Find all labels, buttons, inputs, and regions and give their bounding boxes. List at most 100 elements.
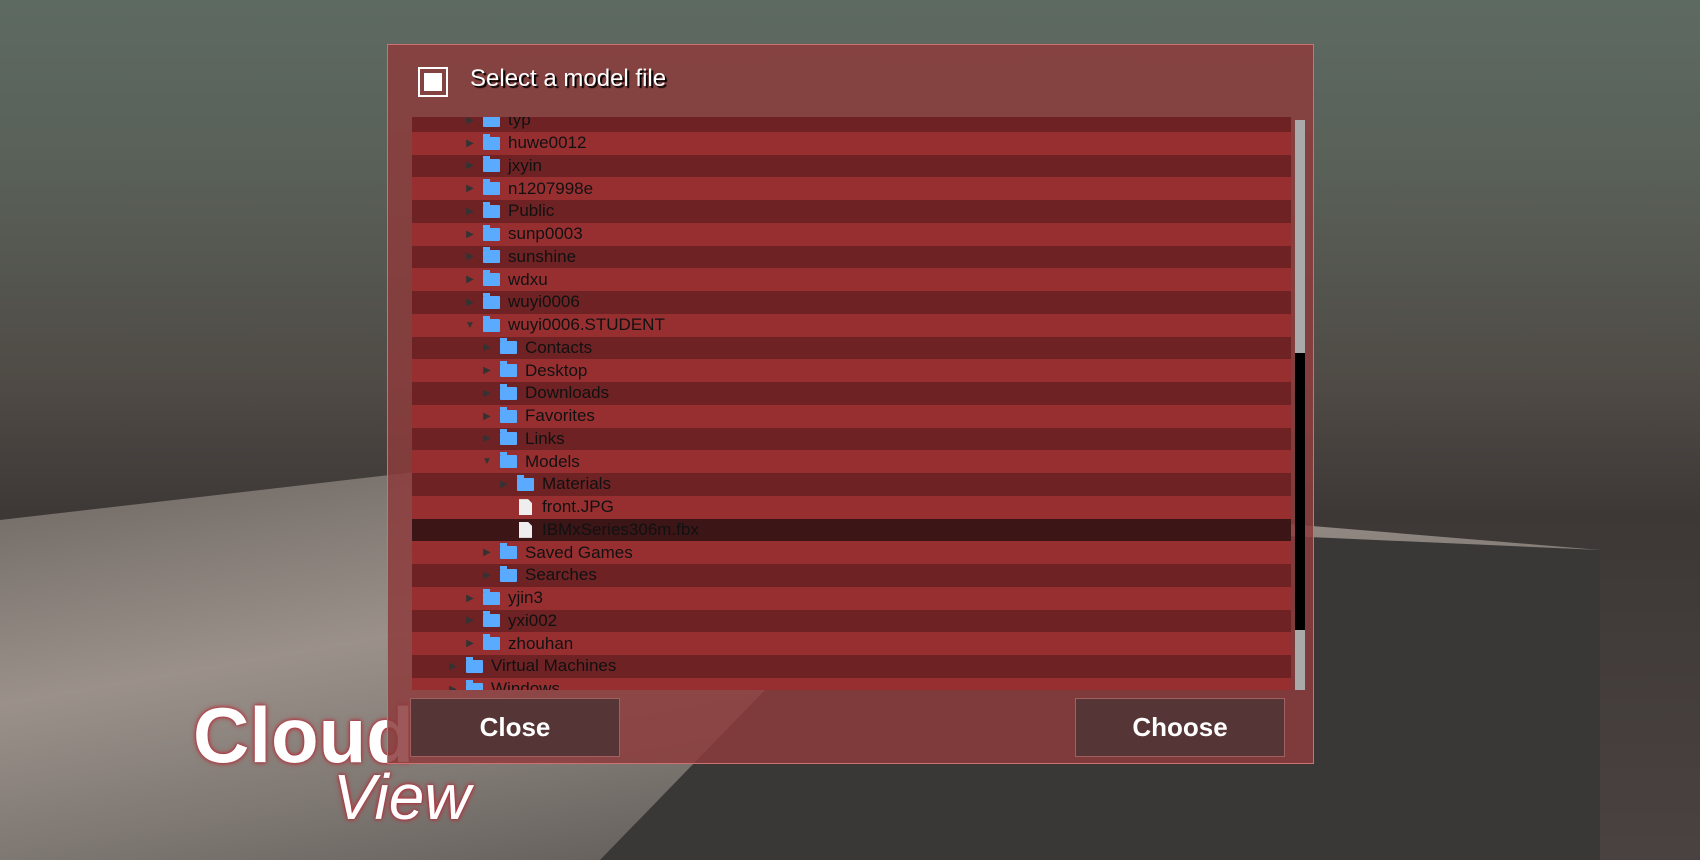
collapsed-arrow-icon[interactable]: ▶	[497, 479, 511, 490]
item-label: wdxu	[508, 269, 548, 289]
choose-button[interactable]: Choose	[1075, 698, 1285, 757]
collapsed-arrow-icon[interactable]: ▶	[463, 138, 477, 149]
expanded-arrow-icon[interactable]: ▼	[463, 320, 477, 331]
item-label: sunshine	[508, 246, 577, 266]
collapsed-arrow-icon[interactable]: ▶	[463, 251, 477, 262]
folder-item[interactable]: ▼ Models	[412, 450, 1291, 473]
collapsed-arrow-icon[interactable]: ▶	[446, 684, 460, 690]
collapsed-arrow-icon[interactable]: ▶	[463, 117, 477, 126]
item-label: typ	[508, 117, 531, 130]
folder-item[interactable]: ▶ sunp0003	[412, 222, 1291, 246]
scrollbar-lower[interactable]	[1295, 630, 1305, 690]
collapsed-arrow-icon[interactable]: ▶	[463, 274, 477, 285]
fullscreen-icon	[418, 67, 448, 97]
folder-item[interactable]: ▶ Public	[412, 200, 1291, 223]
file-icon	[519, 499, 532, 516]
folder-item[interactable]: ▶ Favorites	[412, 404, 1291, 428]
folder-icon	[483, 588, 500, 605]
folder-item[interactable]: ▶ Contacts	[412, 336, 1291, 360]
folder-item[interactable]: ▶ Windows	[412, 677, 1291, 690]
folder-icon	[483, 611, 500, 628]
item-label: jxyin	[508, 155, 543, 175]
collapsed-arrow-icon[interactable]: ▶	[480, 342, 494, 353]
file-item[interactable]: front.JPG	[412, 495, 1291, 519]
collapsed-arrow-icon[interactable]: ▶	[463, 183, 477, 194]
item-label: Saved Games	[525, 542, 633, 562]
folder-icon	[500, 565, 517, 582]
folder-item[interactable]: ▶ n1207998e	[412, 177, 1291, 200]
item-label: wuyi0006	[508, 292, 580, 312]
item-label: Links	[525, 428, 565, 448]
expanded-arrow-icon[interactable]: ▼	[480, 456, 494, 467]
folder-item[interactable]: ▶ Searches	[412, 564, 1291, 587]
collapsed-arrow-icon[interactable]: ▶	[463, 160, 477, 171]
folder-icon	[483, 133, 500, 150]
collapsed-arrow-icon[interactable]: ▶	[446, 661, 460, 672]
folder-item[interactable]: ▼ wuyi0006.STUDENT	[412, 313, 1291, 337]
folder-icon	[500, 406, 517, 423]
collapsed-arrow-icon[interactable]: ▶	[480, 365, 494, 376]
folder-icon	[500, 452, 517, 469]
folder-item[interactable]: ▶ Downloads	[412, 382, 1291, 405]
collapsed-arrow-icon[interactable]: ▶	[480, 547, 494, 558]
scrollbar[interactable]	[1295, 120, 1305, 690]
item-label: Models	[525, 451, 580, 471]
folder-icon	[483, 224, 500, 241]
folder-item[interactable]: ▶ Materials	[412, 473, 1291, 496]
collapsed-arrow-icon[interactable]: ▶	[463, 615, 477, 626]
item-label: Favorites	[525, 406, 595, 426]
file-icon	[519, 521, 532, 538]
folder-icon	[483, 315, 500, 332]
folder-item[interactable]: ▶ wdxu	[412, 268, 1291, 291]
folder-item[interactable]: ▶ wuyi0006	[412, 291, 1291, 314]
item-label: wuyi0006.STUDENT	[508, 315, 665, 335]
folder-item[interactable]: ▶ sunshine	[412, 245, 1291, 269]
folder-item[interactable]: ▶ Links	[412, 427, 1291, 451]
folder-icon	[500, 543, 517, 560]
file-item[interactable]: IBMxSeries306m.fbx	[412, 518, 1291, 542]
folder-item[interactable]: ▶ huwe0012	[412, 131, 1291, 155]
folder-icon	[483, 117, 500, 127]
item-label: Public	[508, 201, 555, 221]
folder-icon	[517, 474, 534, 491]
folder-icon	[500, 361, 517, 378]
close-button[interactable]: Close	[410, 698, 620, 757]
file-select-dialog: Select a model file ▶ typ ▶ huwe0012 ▶ jxyin ▶…	[387, 44, 1314, 764]
scrollbar-thumb[interactable]	[1295, 120, 1305, 353]
item-label: huwe0012	[508, 133, 587, 153]
folder-icon	[466, 656, 483, 673]
collapsed-arrow-icon[interactable]: ▶	[463, 206, 477, 217]
item-label: sunp0003	[508, 224, 583, 244]
item-label: n1207998e	[508, 178, 594, 198]
folder-icon	[483, 634, 500, 651]
folder-item[interactable]: ▶ jxyin	[412, 154, 1291, 178]
folder-item[interactable]: ▶ Saved Games	[412, 541, 1291, 564]
item-label: Searches	[525, 565, 597, 585]
folder-icon	[483, 156, 500, 173]
collapsed-arrow-icon[interactable]: ▶	[463, 638, 477, 649]
collapsed-arrow-icon[interactable]: ▶	[463, 297, 477, 308]
folder-icon	[483, 247, 500, 264]
folder-item[interactable]: ▶ zhouhan	[412, 632, 1291, 655]
folder-icon	[500, 429, 517, 446]
collapsed-arrow-icon[interactable]: ▶	[480, 570, 494, 581]
item-label: Virtual Machines	[491, 656, 617, 676]
folder-icon	[483, 201, 500, 218]
folder-icon	[466, 679, 483, 690]
folder-item[interactable]: ▶ Desktop	[412, 359, 1291, 382]
item-label: Materials	[542, 474, 611, 494]
item-label: yjin3	[508, 588, 543, 608]
file-tree[interactable]: ▶ typ ▶ huwe0012 ▶ jxyin ▶ n1207998e ▶ Public ▶ sun…	[412, 117, 1291, 690]
collapsed-arrow-icon[interactable]: ▶	[463, 229, 477, 240]
collapsed-arrow-icon[interactable]: ▶	[480, 433, 494, 444]
folder-item[interactable]: ▶ yxi002	[412, 609, 1291, 633]
folder-item[interactable]: ▶ Virtual Machines	[412, 655, 1291, 678]
folder-icon	[483, 179, 500, 196]
collapsed-arrow-icon[interactable]: ▶	[480, 411, 494, 422]
collapsed-arrow-icon[interactable]: ▶	[480, 388, 494, 399]
folder-item[interactable]: ▶ typ	[412, 117, 1291, 132]
item-label: IBMxSeries306m.fbx	[542, 519, 699, 539]
collapsed-arrow-icon[interactable]: ▶	[463, 593, 477, 604]
item-label: Downloads	[525, 383, 610, 403]
folder-item[interactable]: ▶ yjin3	[412, 586, 1291, 610]
